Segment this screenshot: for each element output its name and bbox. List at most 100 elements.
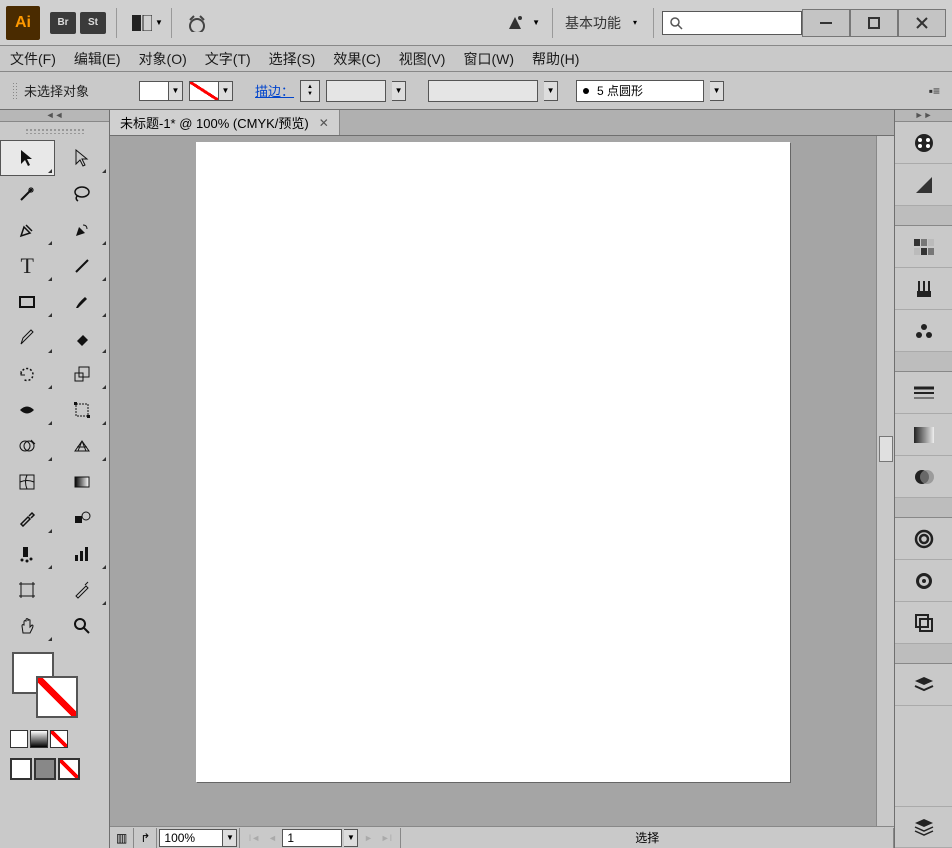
stroke-color[interactable] (36, 676, 78, 718)
fill-dropdown[interactable]: ▼ (169, 81, 183, 101)
tools-grip[interactable] (0, 122, 109, 140)
tools-collapse-button[interactable]: ◄◄ (0, 110, 109, 122)
eyedropper-tool[interactable] (0, 500, 55, 536)
right-collapse-button[interactable]: ►► (895, 110, 952, 122)
workspace-dropdown-icon[interactable]: ▾ (633, 18, 637, 27)
gradient-panel-icon[interactable] (895, 414, 952, 456)
lasso-tool[interactable] (55, 176, 110, 212)
mesh-tool[interactable] (0, 464, 55, 500)
cc-libraries-panel-icon[interactable] (895, 518, 952, 560)
close-tab-icon[interactable]: ✕ (319, 116, 329, 130)
variable-width-dropdown[interactable]: ▼ (544, 81, 558, 101)
eraser-tool[interactable] (55, 320, 110, 356)
stroke-weight-input[interactable] (326, 80, 386, 102)
brushes-panel-icon[interactable] (895, 268, 952, 310)
column-graph-tool[interactable] (55, 536, 110, 572)
stroke-weight-dropdown[interactable]: ▼ (392, 81, 406, 101)
artboard-number-input[interactable]: 1 (282, 829, 342, 847)
type-tool[interactable]: T (0, 248, 55, 284)
notification-dropdown-icon[interactable]: ▼ (532, 18, 540, 27)
selection-tool[interactable] (0, 140, 55, 176)
slice-tool[interactable] (55, 572, 110, 608)
search-input[interactable] (662, 11, 802, 35)
stroke-weight-stepper[interactable]: ▲▼ (300, 80, 320, 102)
artboards-panel-icon[interactable] (895, 806, 952, 848)
artboard-tool[interactable] (0, 572, 55, 608)
stroke-label-link[interactable]: 描边： (255, 81, 294, 100)
symbols-panel-icon[interactable] (895, 310, 952, 352)
line-segment-tool[interactable] (55, 248, 110, 284)
color-mode-solid[interactable] (10, 730, 28, 748)
arrange-documents-icon[interactable] (129, 12, 155, 34)
zoom-dropdown[interactable]: ▼ (223, 829, 237, 847)
blend-tool[interactable] (55, 500, 110, 536)
close-button[interactable] (898, 9, 946, 37)
bridge-button[interactable]: Br (50, 12, 76, 34)
stroke-dropdown[interactable]: ▼ (219, 81, 233, 101)
arrange-dropdown-icon[interactable]: ▼ (155, 18, 163, 27)
zoom-level-input[interactable]: 100% (159, 829, 223, 847)
prev-artboard-icon[interactable]: ◄ (264, 830, 280, 846)
menu-file[interactable]: 文件(F) (10, 49, 56, 69)
shape-builder-tool[interactable] (0, 428, 55, 464)
maximize-button[interactable] (850, 9, 898, 37)
free-transform-tool[interactable] (55, 392, 110, 428)
minimize-button[interactable] (802, 9, 850, 37)
notification-icon[interactable] (502, 12, 528, 34)
graphic-styles-panel-icon[interactable] (895, 602, 952, 644)
rectangle-tool[interactable] (0, 284, 55, 320)
fill-stroke-proxy[interactable] (10, 650, 99, 724)
menu-view[interactable]: 视图(V) (399, 49, 446, 69)
menu-help[interactable]: 帮助(H) (532, 49, 579, 69)
color-guide-panel-icon[interactable] (895, 164, 952, 206)
symbol-sprayer-tool[interactable] (0, 536, 55, 572)
brush-definition[interactable]: 5 点圆形 (576, 80, 704, 102)
magic-wand-tool[interactable] (0, 176, 55, 212)
status-export-icon[interactable]: ↱ (134, 828, 157, 848)
color-mode-gradient[interactable] (30, 730, 48, 748)
width-tool[interactable] (0, 392, 55, 428)
draw-behind[interactable] (34, 758, 56, 780)
paintbrush-tool[interactable] (55, 284, 110, 320)
status-icon-1[interactable]: ▥ (110, 828, 134, 848)
vertical-scrollbar[interactable] (876, 136, 894, 826)
gradient-tool[interactable] (55, 464, 110, 500)
menu-select[interactable]: 选择(S) (269, 49, 316, 69)
scrollbar-thumb[interactable] (879, 436, 893, 462)
artboard[interactable] (196, 142, 790, 782)
curvature-tool[interactable] (55, 212, 110, 248)
brush-dropdown[interactable]: ▼ (710, 81, 724, 101)
menu-effect[interactable]: 效果(C) (333, 49, 380, 69)
color-panel-icon[interactable] (895, 122, 952, 164)
canvas[interactable] (110, 136, 876, 826)
stroke-swatch[interactable] (189, 81, 219, 101)
first-artboard-icon[interactable]: I◄ (246, 830, 262, 846)
stock-button[interactable]: St (80, 12, 106, 34)
rotate-tool[interactable] (0, 356, 55, 392)
stroke-panel-icon[interactable] (895, 372, 952, 414)
layers-panel-icon[interactable] (895, 664, 952, 706)
pencil-tool[interactable] (0, 320, 55, 356)
variable-width-profile[interactable] (428, 80, 538, 102)
draw-inside[interactable] (58, 758, 80, 780)
artboard-dropdown[interactable]: ▼ (344, 829, 358, 847)
zoom-tool[interactable] (55, 608, 110, 644)
document-tab[interactable]: 未标题-1* @ 100% (CMYK/预览) ✕ (110, 110, 340, 135)
hand-tool[interactable] (0, 608, 55, 644)
last-artboard-icon[interactable]: ►I (378, 830, 394, 846)
appearance-panel-icon[interactable] (895, 560, 952, 602)
swatches-panel-icon[interactable] (895, 226, 952, 268)
workspace-switcher[interactable]: 基本功能 (565, 13, 621, 33)
direct-selection-tool[interactable] (55, 140, 110, 176)
transparency-panel-icon[interactable] (895, 456, 952, 498)
perspective-grid-tool[interactable] (55, 428, 110, 464)
menu-edit[interactable]: 编辑(E) (74, 49, 121, 69)
color-mode-none[interactable] (50, 730, 68, 748)
next-artboard-icon[interactable]: ► (360, 830, 376, 846)
menu-window[interactable]: 窗口(W) (463, 49, 514, 69)
control-flyout-icon[interactable]: ▪≡ (929, 84, 940, 98)
scale-tool[interactable] (55, 356, 110, 392)
draw-normal[interactable] (10, 758, 32, 780)
fill-swatch[interactable] (139, 81, 169, 101)
menu-object[interactable]: 对象(O) (139, 49, 187, 69)
